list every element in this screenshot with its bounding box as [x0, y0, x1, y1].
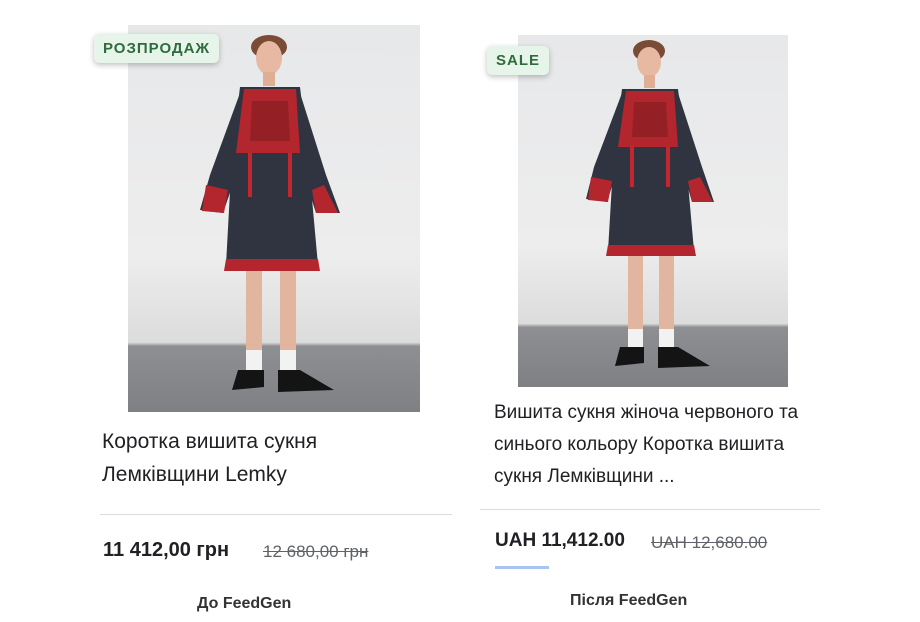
- product-image[interactable]: [128, 25, 420, 412]
- product-title[interactable]: Вишита сукня жіноча червоного та синього…: [494, 397, 819, 493]
- product-title[interactable]: Коротка вишита сукня Лемківщини Lemky: [102, 425, 432, 491]
- sale-badge: SALE: [487, 46, 550, 75]
- current-price: 11 412,00 грн: [103, 539, 230, 561]
- current-price: UAH 11,412.00: [495, 530, 625, 551]
- truncated-link[interactable]: [495, 566, 549, 569]
- caption-before: До FeedGen: [197, 595, 292, 612]
- dress-model-illustration: [586, 40, 714, 368]
- product-image[interactable]: [518, 35, 788, 387]
- divider: [100, 514, 452, 515]
- dress-model-illustration: [200, 35, 340, 392]
- caption-after: Після FeedGen: [570, 592, 688, 609]
- old-price: 12 680,00 грн: [263, 542, 369, 561]
- sale-badge: РОЗПРОДАЖ: [94, 34, 220, 63]
- old-price: UAH 12,680.00: [651, 533, 768, 552]
- divider: [480, 509, 820, 510]
